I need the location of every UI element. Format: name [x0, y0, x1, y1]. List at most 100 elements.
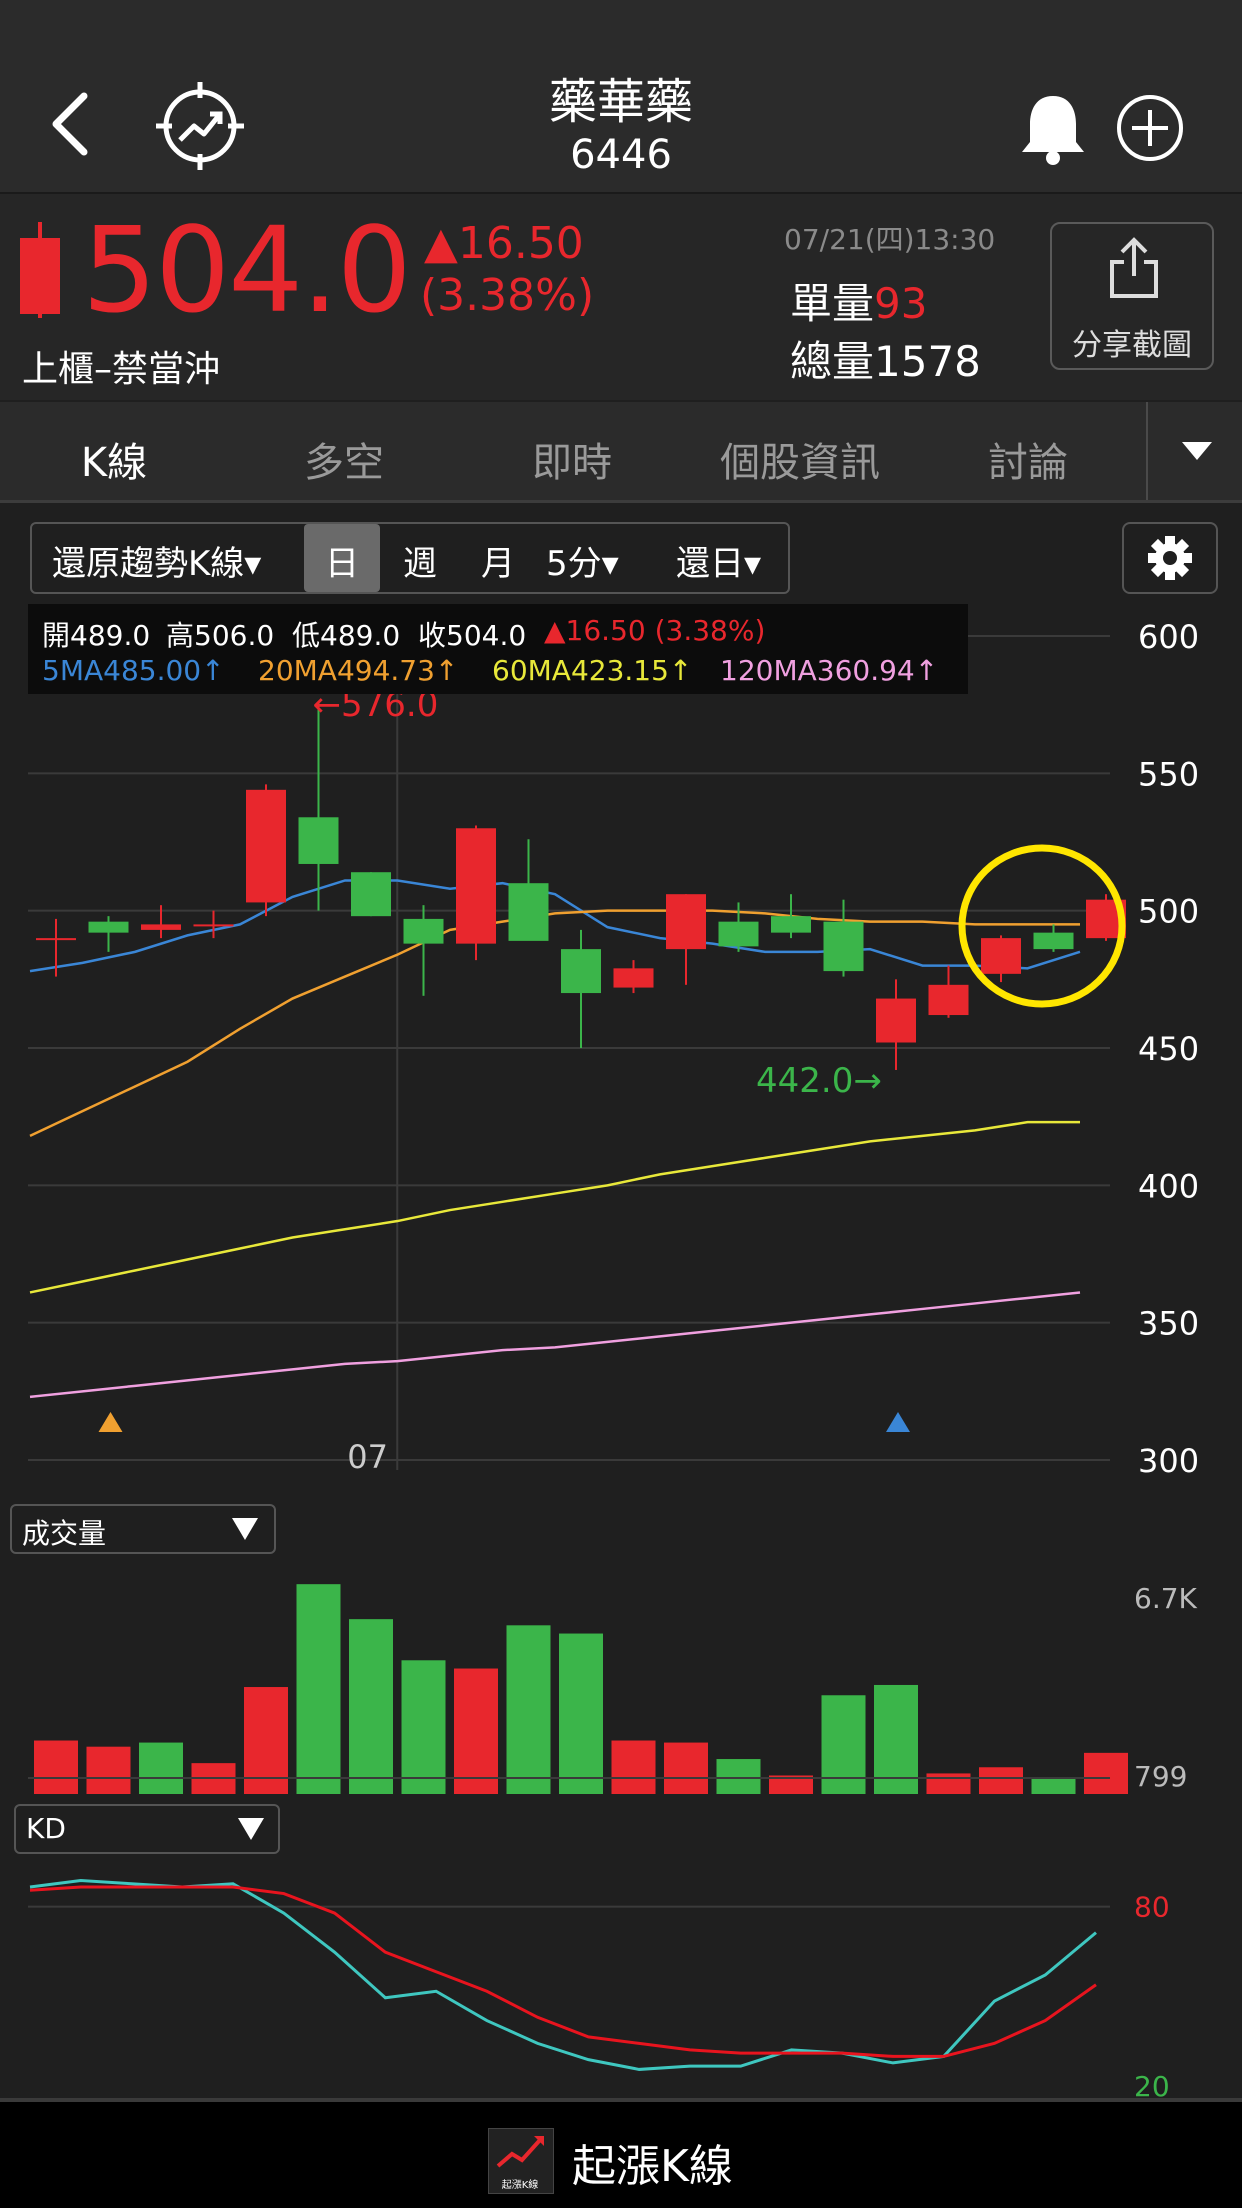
single-volume-label: 單量 [790, 279, 875, 328]
total-volume-row: 總量1578 [790, 328, 981, 389]
kline-type-select[interactable]: 還原趨勢K線▾ [52, 536, 261, 585]
candle-body [403, 918, 444, 944]
single-volume-row: 單量93 [790, 270, 927, 331]
candle-body [876, 998, 916, 1043]
y-tick-label: 400 [1138, 1167, 1199, 1205]
ma-line-60MA [29, 1120, 1080, 1294]
period-week[interactable]: 週 [380, 536, 460, 585]
market-status: 上櫃–禁當沖 [22, 349, 221, 390]
candle-body [823, 921, 864, 972]
candle-body [246, 789, 286, 903]
volume-bar [559, 1633, 603, 1794]
candle-body [666, 894, 706, 950]
volume-bar [349, 1619, 393, 1794]
y-tick-label: 350 [1138, 1305, 1199, 1343]
period-day[interactable]: 日 [304, 536, 380, 585]
volume-bar [296, 1584, 341, 1794]
signal-marker [886, 1412, 910, 1432]
volume-bar [139, 1742, 183, 1794]
footer-divider [0, 2098, 1242, 2102]
brand-logo-text: 起漲K線 [501, 2180, 539, 2191]
candle-body [88, 921, 129, 933]
close-value: 收504.0 [418, 619, 527, 652]
kd-tick-label: 80 [1134, 1891, 1170, 1924]
y-tick-label: 550 [1138, 755, 1199, 793]
volume-min-label: 799 [1134, 1760, 1187, 1793]
volume-bar [401, 1660, 446, 1794]
y-tick-label: 500 [1138, 893, 1199, 931]
bell-icon[interactable] [1018, 90, 1088, 166]
single-volume-value: 93 [874, 279, 928, 328]
tab-stock-info[interactable]: 個股資訊 [690, 430, 910, 488]
share-icon [1110, 237, 1158, 298]
caret-down-icon [238, 1818, 264, 1840]
period-month[interactable]: 月 [460, 536, 536, 585]
candle-body [928, 984, 969, 1016]
candle-body [36, 938, 76, 941]
share-label: 分享截圖 [1072, 328, 1192, 363]
y-tick-label: 300 [1138, 1442, 1199, 1480]
volume-bar [664, 1742, 708, 1794]
candle-body [561, 949, 601, 994]
ma60-value: 60MA423.15↑ [492, 654, 693, 687]
volume-bar [86, 1746, 131, 1794]
low-value: 低489.0 [292, 619, 401, 652]
ma-line-5MA [29, 879, 1081, 973]
more-tabs-chevron-icon[interactable] [1182, 442, 1212, 462]
ma-line-20MA [29, 909, 1080, 1138]
volume-bar [34, 1740, 78, 1794]
price-change: ▲16.50 [424, 218, 584, 269]
volume-bar [926, 1773, 971, 1794]
candle-body [771, 916, 811, 933]
candle-body [508, 883, 549, 941]
change-value: ▲16.50 (3.38%) [544, 614, 766, 647]
up-candle-icon [20, 222, 60, 318]
total-volume-value: 1578 [874, 337, 981, 386]
ma120-value: 120MA360.94↑ [720, 654, 939, 687]
volume-bar [611, 1740, 656, 1794]
open-value: 開489.0 [42, 619, 151, 652]
tab-realtime[interactable]: 即時 [462, 430, 682, 488]
tab-discussion[interactable]: 討論 [918, 430, 1138, 488]
volume-bar [1084, 1752, 1128, 1794]
signal-marker [98, 1412, 123, 1432]
volume-max-label: 6.7K [1134, 1582, 1198, 1615]
price-change-pct: (3.38%) [420, 270, 595, 321]
x-tick-label: 07 [347, 1438, 388, 1476]
kd-tick-label: 20 [1134, 2070, 1170, 2100]
tab-bull-bear[interactable]: 多空 [234, 430, 454, 488]
tab-kline[interactable]: K線 [4, 430, 224, 488]
volume-bar [979, 1767, 1023, 1794]
brand-name: 起漲K線 [572, 2141, 733, 2192]
ma5-value: 5MA485.00↑ [42, 654, 225, 687]
candle-body [298, 817, 339, 864]
y-tick-label: 600 [1138, 618, 1199, 656]
candlestick-chart[interactable]: 60055050045040035030007←576.0442.0→ [0, 600, 1242, 1480]
restore-day-select[interactable]: 還日▾ [676, 536, 761, 585]
volume-chart[interactable]: 6.7K 799 [0, 1560, 1242, 1800]
candle-body [981, 938, 1021, 974]
y-tick-label: 450 [1138, 1030, 1199, 1068]
candle-body [141, 924, 181, 930]
tab-divider [1146, 402, 1148, 500]
kd-chart[interactable]: 80 20 [0, 1860, 1242, 2100]
volume-bar [1031, 1777, 1076, 1794]
total-volume-label: 總量 [790, 337, 875, 386]
candle-body [351, 872, 391, 917]
volume-indicator-label: 成交量 [22, 1517, 107, 1550]
volume-bar [506, 1625, 551, 1794]
candle-body [193, 924, 234, 927]
caret-down-icon [232, 1518, 258, 1540]
add-icon[interactable] [1114, 92, 1186, 164]
kd-line-D [29, 1885, 1097, 2058]
high-value: 高506.0 [166, 619, 275, 652]
min-price-annotation: 442.0→ [756, 1061, 882, 1101]
period-5min[interactable]: 5分▾ [546, 536, 619, 585]
volume-bar [716, 1759, 761, 1794]
kd-indicator-label: KD [26, 1812, 66, 1845]
ma-line-120MA [29, 1291, 1081, 1399]
candle-body [1033, 932, 1074, 950]
rising-arrow-icon [496, 2136, 544, 2168]
ma20-value: 20MA494.73↑ [258, 654, 459, 687]
gear-icon [1148, 536, 1192, 580]
